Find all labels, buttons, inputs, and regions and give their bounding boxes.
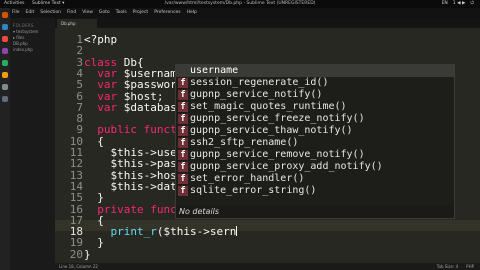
function-icon: f	[178, 126, 188, 136]
autocomplete-item[interactable]: f gupnp_service_remove_notify()	[176, 149, 454, 161]
code-line: }	[84, 247, 91, 261]
autocomplete-item[interactable]: f session_regenerate_id()	[176, 77, 454, 89]
function-icon: f	[178, 138, 188, 148]
window-title: /var/www/html/testsystem/Db.php - Sublim…	[164, 1, 316, 6]
tab-bar: Db.php	[55, 18, 480, 28]
autocomplete-item[interactable]: f gupnp_service_thaw_notify()	[176, 125, 454, 137]
menu-help[interactable]: Help	[187, 8, 197, 18]
autocomplete-item[interactable]: f gupnp_service_freeze_notify()	[176, 113, 454, 125]
spotify-icon[interactable]	[2, 60, 8, 66]
autocomplete-item[interactable]: f ssh2_sftp_rename()	[176, 137, 454, 149]
menu-tools[interactable]: Tools	[116, 8, 127, 18]
autocomplete-item[interactable]: f gupnp_service_notify()	[176, 89, 454, 101]
function-icon: f	[178, 78, 188, 88]
terminal-icon[interactable]	[2, 48, 8, 54]
menu-preferences[interactable]: Preferences	[154, 8, 180, 18]
autocomplete-item[interactable]: f gupnp_service_proxy_add_notify()	[176, 161, 454, 173]
autocomplete-item[interactable]: f sqlite_error_string()	[176, 185, 454, 197]
function-icon: f	[178, 102, 188, 112]
menu-bar: File Edit Selection Find View Goto Tools…	[10, 8, 480, 18]
menu-project[interactable]: Project	[133, 8, 148, 18]
launcher-dock	[0, 8, 10, 270]
sublime-text-icon[interactable]	[2, 72, 8, 78]
code-line-active: print_r($this->sern	[110, 225, 238, 239]
code-text[interactable]: <?php class Db{ var $username; var $pass…	[55, 28, 238, 260]
function-icon: f	[178, 150, 188, 160]
autocomplete-details: No details	[176, 205, 454, 218]
workspace-indicator[interactable]: 1 ◀ ▶	[453, 0, 466, 8]
power-icon[interactable]: ⏻	[470, 0, 474, 8]
code-line: <?php	[84, 33, 118, 46]
menu-selection[interactable]: Selection	[40, 8, 61, 18]
function-icon: f	[178, 162, 188, 172]
text-cursor	[236, 226, 238, 237]
settings-icon[interactable]	[2, 84, 8, 90]
cursor-position: Line 18, Column 22	[59, 264, 98, 269]
menu-goto[interactable]: Goto	[99, 8, 110, 18]
files-icon[interactable]	[2, 12, 8, 18]
firefox-icon[interactable]	[2, 36, 8, 42]
apps-grid-icon[interactable]	[2, 96, 8, 102]
keyboard-layout-indicator[interactable]: EN	[442, 0, 448, 8]
tab-size-setting[interactable]: Tab Size: 4	[437, 263, 458, 270]
function-icon: f	[178, 174, 188, 184]
menu-edit[interactable]: Edit	[26, 8, 35, 18]
status-bar: Line 18, Column 22 Tab Size: 4 PHP	[55, 263, 480, 270]
menu-file[interactable]: File	[12, 8, 20, 18]
function-icon: f	[178, 114, 188, 124]
menu-view[interactable]: View	[82, 8, 93, 18]
autocomplete-item[interactable]: f set_magic_quotes_runtime()	[176, 101, 454, 113]
autocomplete-item[interactable]: f set_error_handler()	[176, 173, 454, 185]
autocomplete-item-selected[interactable]: username	[176, 65, 454, 77]
tab-db-php[interactable]: Db.php	[57, 19, 97, 28]
browser-icon[interactable]	[2, 24, 8, 30]
project-sidebar: FOLDERS ▾ testsystem ▸ files DB.php inde…	[10, 18, 55, 270]
menu-find[interactable]: Find	[67, 8, 76, 18]
sidebar-file-index[interactable]: index.php	[13, 47, 52, 53]
system-tray[interactable]: EN 1 ◀ ▶ ⏻	[442, 0, 474, 8]
function-icon: f	[178, 90, 188, 100]
syntax-setting[interactable]: PHP	[466, 263, 474, 270]
system-top-bar: Activities Sublime Text ▾ /var/www/html/…	[0, 0, 480, 8]
function-icon: f	[178, 186, 188, 196]
autocomplete-popup[interactable]: username f session_regenerate_id() f gup…	[175, 64, 455, 219]
